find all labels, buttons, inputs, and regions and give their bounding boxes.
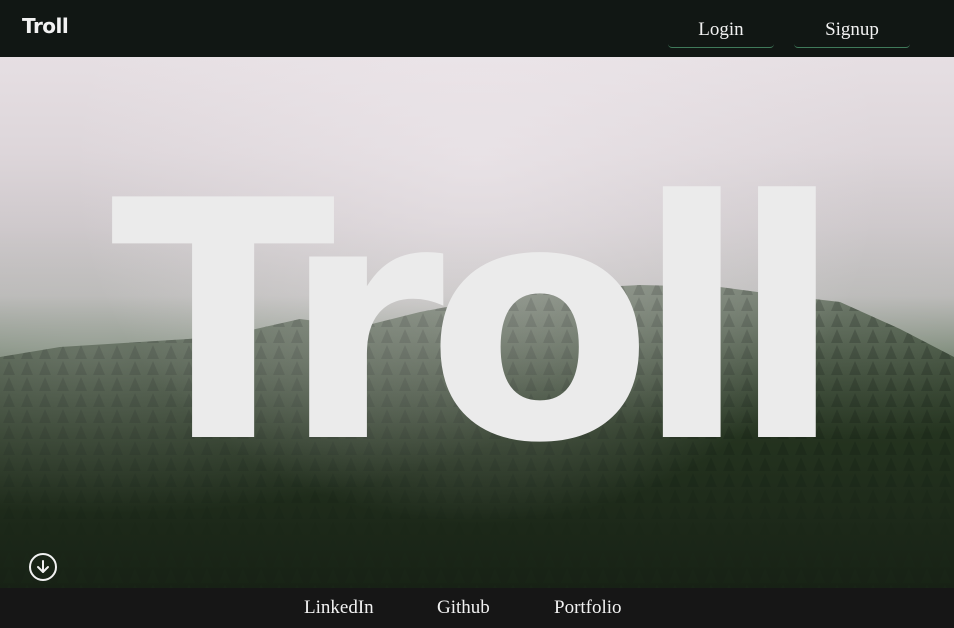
hero-title-text: Troll [111,131,826,515]
signup-button[interactable]: Signup [794,12,910,48]
arrow-down-circle-icon[interactable] [29,553,57,581]
login-button[interactable]: Login [668,12,774,48]
portfolio-link[interactable]: Portfolio [554,597,622,619]
brand-logo[interactable]: Troll [22,14,69,38]
linkedin-link[interactable]: LinkedIn [304,597,374,619]
hero-title: Troll [111,131,844,515]
github-link[interactable]: Github [437,597,490,619]
top-navbar: Troll Login Signup [0,0,954,57]
hero-section: Troll [0,57,954,588]
footer-bar: LinkedIn Github Portfolio [0,588,954,628]
